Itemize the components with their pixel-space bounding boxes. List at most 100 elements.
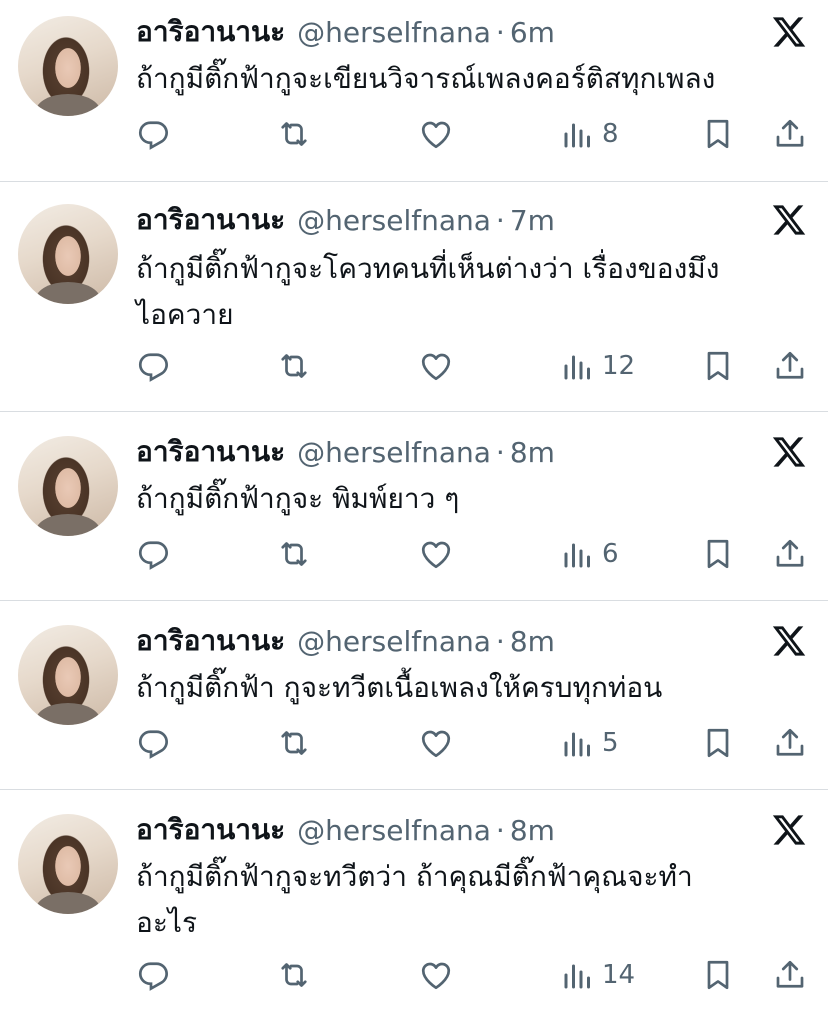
view-count: 5 (602, 728, 619, 758)
reply-button[interactable] (136, 955, 172, 995)
divider (0, 411, 828, 412)
retweet-button[interactable] (276, 723, 312, 763)
tweet-text-line: ถ้ากูมีติ๊กฟ้ากูจะทวีตว่า ถ้าคุณมีติ๊กฟ้… (136, 860, 693, 893)
reply-button[interactable] (136, 346, 172, 386)
avatar[interactable] (18, 625, 118, 725)
retweet-button[interactable] (276, 534, 312, 574)
reply-button[interactable] (136, 723, 172, 763)
reply-icon (138, 962, 168, 991)
view-count: 14 (602, 960, 636, 990)
reply-button[interactable] (136, 114, 172, 154)
timestamp[interactable]: 8m (510, 436, 555, 469)
view-count: 6 (602, 539, 619, 569)
views-button[interactable]: 14 (560, 955, 635, 995)
view-count: 12 (602, 351, 636, 381)
tweet-header: อาริอานานะ @herselfnana · 8m (136, 623, 555, 659)
bookmark-button[interactable] (700, 534, 736, 574)
views-button[interactable]: 8 (560, 114, 619, 154)
timestamp[interactable]: 8m (510, 625, 555, 658)
author-name[interactable]: อาริอานานะ (136, 198, 285, 242)
tweet-header: อาริอานานะ @herselfnana · 7m (136, 202, 555, 238)
bookmark-button[interactable] (700, 346, 736, 386)
share-button[interactable] (772, 114, 808, 154)
author-handle[interactable]: @herselfnana (297, 16, 491, 49)
reply-icon (138, 121, 168, 150)
author-handle[interactable]: @herselfnana (297, 436, 491, 469)
tweet-header: อาริอานานะ @herselfnana · 8m (136, 434, 555, 470)
like-button[interactable] (418, 534, 454, 574)
share-icon (776, 351, 804, 379)
reply-icon (138, 353, 168, 382)
action-bar: 14 (0, 955, 828, 995)
separator-dot: · (495, 15, 505, 49)
separator-dot: · (495, 435, 505, 469)
timestamp[interactable]: 7m (510, 204, 555, 237)
heart-icon (421, 353, 451, 381)
bookmark-button[interactable] (700, 955, 736, 995)
retweet-button[interactable] (276, 346, 312, 386)
tweet-header: อาริอานานะ @herselfnana · 8m (136, 812, 555, 848)
action-bar: 12 (0, 346, 828, 386)
avatar[interactable] (18, 204, 118, 304)
like-button[interactable] (418, 346, 454, 386)
bookmark-icon (707, 960, 729, 990)
avatar[interactable] (18, 16, 118, 116)
views-chart-icon (564, 355, 590, 380)
share-icon (776, 539, 804, 567)
tweet-text: ถ้ากูมีติ๊กฟ้ากูจะทวีตว่า ถ้าคุณมีติ๊กฟ้… (136, 854, 812, 946)
x-logo-icon (772, 205, 806, 235)
share-button[interactable] (772, 723, 808, 763)
author-name[interactable]: อาริอานานะ (136, 430, 285, 474)
x-logo-icon (772, 17, 806, 47)
heart-icon (421, 121, 451, 149)
tweet-text-line: ถ้ากูมีติ๊กฟ้ากูจะ พิมพ์ยาว ๆ (136, 482, 460, 515)
bookmark-icon (707, 539, 729, 569)
separator-dot: · (495, 203, 505, 237)
tweet-text-line: อะไร (136, 906, 197, 939)
author-name[interactable]: อาริอานานะ (136, 10, 285, 54)
timestamp[interactable]: 6m (510, 16, 555, 49)
action-bar: 5 (0, 723, 828, 763)
views-button[interactable]: 6 (560, 534, 619, 574)
author-handle[interactable]: @herselfnana (297, 814, 491, 847)
bookmark-button[interactable] (700, 114, 736, 154)
retweet-button[interactable] (276, 955, 312, 995)
views-button[interactable]: 5 (560, 723, 619, 763)
reply-button[interactable] (136, 534, 172, 574)
heart-icon (421, 541, 451, 569)
share-button[interactable] (772, 346, 808, 386)
share-button[interactable] (772, 534, 808, 574)
share-button[interactable] (772, 955, 808, 995)
action-bar: 6 (0, 534, 828, 574)
author-handle[interactable]: @herselfnana (297, 204, 491, 237)
like-button[interactable] (418, 955, 454, 995)
like-button[interactable] (418, 723, 454, 763)
bookmark-button[interactable] (700, 723, 736, 763)
action-bar: 8 (0, 114, 828, 154)
views-button[interactable]: 12 (560, 346, 635, 386)
divider (0, 600, 828, 601)
share-icon (776, 960, 804, 988)
retweet-icon (281, 122, 307, 146)
tweet-text-line: ถ้ากูมีติ๊กฟ้ากูจะเขียนวิจารณ์เพลงคอร์ติ… (136, 62, 716, 95)
x-logo-icon (772, 626, 806, 656)
tweet-header: อาริอานานะ @herselfnana · 6m (136, 14, 555, 50)
tweet-text: ถ้ากูมีติ๊กฟ้ากูจะ พิมพ์ยาว ๆ (136, 476, 812, 522)
avatar[interactable] (18, 814, 118, 914)
heart-icon (421, 730, 451, 758)
avatar[interactable] (18, 436, 118, 536)
author-name[interactable]: อาริอานานะ (136, 808, 285, 852)
divider (0, 789, 828, 790)
reply-icon (138, 730, 168, 759)
bookmark-icon (707, 351, 729, 381)
retweet-button[interactable] (276, 114, 312, 154)
author-handle[interactable]: @herselfnana (297, 625, 491, 658)
views-chart-icon (564, 732, 590, 757)
divider (0, 181, 828, 182)
like-button[interactable] (418, 114, 454, 154)
timestamp[interactable]: 8m (510, 814, 555, 847)
author-name[interactable]: อาริอานานะ (136, 619, 285, 663)
retweet-icon (281, 354, 307, 378)
views-chart-icon (564, 543, 590, 568)
retweet-icon (281, 963, 307, 987)
